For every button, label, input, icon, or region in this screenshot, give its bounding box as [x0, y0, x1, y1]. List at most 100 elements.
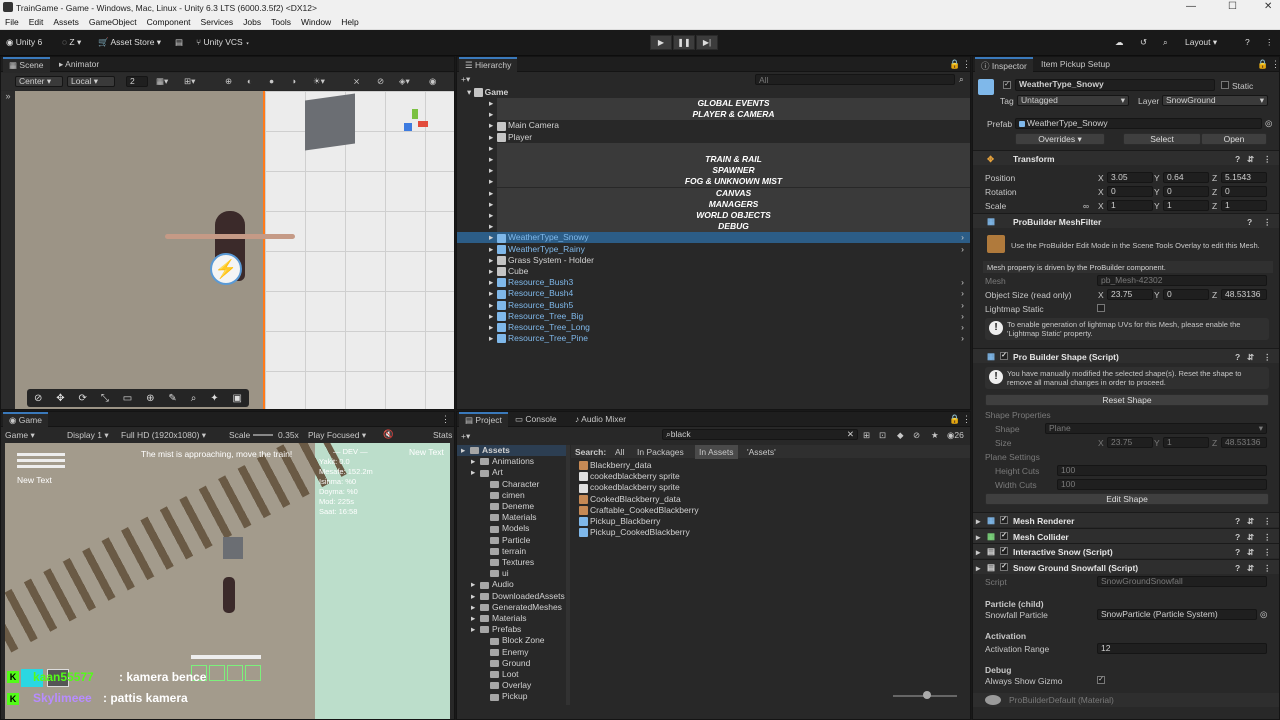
prefab-arrow-icon[interactable]: ›	[961, 232, 964, 242]
activation-range-field[interactable]: 12	[1097, 643, 1267, 654]
inspector-menu-icon[interactable]: ⋮	[1271, 59, 1279, 70]
visibility-icon[interactable]: ◉	[429, 76, 436, 87]
search-by-type-icon[interactable]: ⊞	[863, 430, 870, 441]
custom-tool-icon[interactable]: ✎	[168, 393, 176, 404]
component-enabled-checkbox[interactable]: ✓	[1000, 547, 1008, 555]
search-options-icon[interactable]: ⌕	[959, 74, 964, 85]
prefab-target-icon[interactable]: ◎	[1265, 118, 1272, 129]
expand-arrow-icon[interactable]: ▸	[489, 300, 493, 311]
resolution-dropdown[interactable]: Full HD (1920x1080) ▾	[121, 430, 206, 441]
transform-position-y[interactable]: 0.64	[1163, 172, 1209, 183]
meshfilter-menu-icon[interactable]: ⋮	[1263, 217, 1272, 228]
save-search-icon[interactable]: ⊘	[913, 430, 920, 441]
hierarchy-root[interactable]: ▾ Game	[457, 87, 970, 98]
shading-icon[interactable]: ◐	[247, 76, 252, 86]
hierarchy-item[interactable]: ▸ DEBUG	[457, 221, 970, 233]
expand-arrow-icon[interactable]: ▸	[489, 232, 493, 243]
view-tool-icon[interactable]: ⊘	[34, 393, 42, 404]
project-folder[interactable]: Ground	[457, 658, 569, 669]
expand-arrow-icon[interactable]: ▸	[489, 143, 493, 154]
component-help-icon[interactable]: ?	[1235, 547, 1240, 557]
menu-item[interactable]: GameObject	[84, 16, 142, 29]
pause-button[interactable]: ❚❚	[673, 35, 695, 50]
menu-item[interactable]: Component	[142, 16, 196, 29]
axis-z-label[interactable]: Z	[1212, 201, 1217, 211]
expand-arrow-icon[interactable]: ▸	[489, 154, 493, 165]
filter-in-assets[interactable]: In Assets	[695, 445, 738, 459]
search-result[interactable]: CookedBlackberry_data	[579, 494, 959, 505]
fx-icon[interactable]: ☀▾	[313, 76, 325, 87]
component-help-icon[interactable]: ?	[1235, 563, 1240, 573]
project-folder[interactable]: ▸ GeneratedMeshes	[457, 602, 569, 613]
stats-button[interactable]: Stats	[433, 430, 452, 440]
expand-arrow-icon[interactable]: ▸	[489, 199, 493, 210]
menu-item[interactable]: Help	[336, 16, 363, 29]
component-preset-icon[interactable]: ⇵	[1247, 532, 1254, 543]
hierarchy-item[interactable]: ▸ TRAIN & RAIL	[457, 154, 970, 165]
mute-icon[interactable]: 🔇	[383, 429, 394, 440]
transform-rotation-x[interactable]: 0	[1107, 186, 1153, 197]
transform-rotation-z[interactable]: 0	[1221, 186, 1267, 197]
axis-x-label[interactable]: X	[1098, 187, 1104, 197]
clear-search-icon[interactable]: ✕	[847, 430, 854, 439]
move-tool-icon[interactable]: ✥	[56, 393, 64, 404]
history-icon[interactable]: ↺	[1140, 37, 1147, 48]
user-button[interactable]: ◌ Z ▾	[62, 37, 81, 48]
project-folder[interactable]: Overlay	[457, 680, 569, 691]
pbshape-preset-icon[interactable]: ⇵	[1247, 352, 1254, 363]
scale-slider[interactable]	[253, 434, 273, 436]
hierarchy-item[interactable]: ▸ Player	[457, 132, 970, 143]
prefab-arrow-icon[interactable]: ›	[961, 277, 964, 287]
menu-item[interactable]: Services	[196, 16, 239, 29]
expand-arrow-icon[interactable]: ▸	[489, 132, 493, 143]
component-enabled-checkbox[interactable]: ✓	[1000, 562, 1008, 571]
hierarchy-item[interactable]: ▸ Grass System - Holder	[457, 255, 970, 266]
tab-hierarchy[interactable]: ☰ Hierarchy	[459, 57, 518, 72]
transform-menu-icon[interactable]: ⋮	[1263, 154, 1272, 165]
material-footer[interactable]: ProBuilderDefault (Material)	[973, 693, 1279, 707]
component-menu-icon[interactable]: ⋮	[1263, 547, 1272, 558]
hierarchy-item[interactable]: ▸ GLOBAL EVENTS	[457, 98, 970, 109]
component-preset-icon[interactable]: ⇵	[1247, 547, 1254, 558]
prefab-arrow-icon[interactable]: ›	[961, 300, 964, 310]
grid-icon[interactable]: ▦▾	[156, 76, 168, 87]
asset-store-button[interactable]: 🛒 Asset Store ▾	[98, 37, 161, 48]
expand-arrow-icon[interactable]: ▸	[471, 602, 475, 612]
expand-arrow-icon[interactable]: ▸	[976, 516, 980, 527]
zoom-tool-icon[interactable]: ⌕	[191, 393, 197, 404]
tab-game[interactable]: ◉ Game	[3, 412, 48, 427]
tab-audio-mixer[interactable]: ♪ Audio Mixer	[569, 412, 632, 427]
filter-in-packages[interactable]: In Packages	[637, 447, 684, 457]
hierarchy-item[interactable]: ▸ Resource_Bush3 ›	[457, 277, 970, 288]
expand-arrow-icon[interactable]: ▾	[467, 87, 471, 97]
component-header[interactable]: ▸ ▦ ✓ Mesh Collider? ⇵ ⋮	[973, 527, 1279, 543]
inspector-lock-icon[interactable]: 🔒	[1257, 59, 1268, 70]
play-button[interactable]: ▶	[650, 35, 672, 50]
transform-tool-icon[interactable]: ⊕	[146, 393, 154, 404]
meshfilter-header[interactable]: ▦ ProBuilder MeshFilter ? ⋮	[973, 213, 1279, 228]
project-folder[interactable]: ▸ Assets	[457, 445, 569, 456]
game-mode-dropdown[interactable]: Game ▾	[5, 430, 35, 441]
hierarchy-item[interactable]: ▸ Resource_Bush4 ›	[457, 288, 970, 299]
active-checkbox[interactable]: ✓	[1003, 81, 1011, 89]
hierarchy-item[interactable]: ▸ WeatherType_Snowy ›	[457, 232, 970, 244]
project-folder[interactable]: ▸ Art	[457, 467, 569, 478]
prefab-arrow-icon[interactable]: ›	[961, 322, 964, 332]
transform-position-x[interactable]: 3.05	[1107, 172, 1153, 183]
component-preset-icon[interactable]: ⇵	[1247, 516, 1254, 527]
layer-dropdown[interactable]: SnowGround ▾	[1162, 95, 1268, 106]
expand-arrow-icon[interactable]: ▸	[461, 445, 465, 455]
pbshape-header[interactable]: ▦ ✓ Pro Builder Shape (Script) ? ⇵ ⋮	[973, 348, 1279, 363]
transform-help-icon[interactable]: ?	[1235, 154, 1240, 164]
axis-x-label[interactable]: X	[1098, 201, 1104, 211]
expand-arrow-icon[interactable]: ▸	[489, 322, 493, 333]
project-folder[interactable]: ▸ DownloadedAssets	[457, 591, 569, 602]
help-icon[interactable]: ?	[1245, 37, 1250, 47]
tree-scrollbar[interactable]	[566, 445, 570, 705]
expand-arrow-icon[interactable]: ▸	[489, 311, 493, 322]
project-folder[interactable]: Textures	[457, 557, 569, 568]
play-mode-dropdown[interactable]: Play Focused ▾	[308, 430, 366, 441]
prefab-arrow-icon[interactable]: ›	[961, 244, 964, 254]
edit-shape-button[interactable]: Edit Shape	[985, 493, 1269, 505]
expand-arrow-icon[interactable]: ▸	[489, 333, 493, 344]
